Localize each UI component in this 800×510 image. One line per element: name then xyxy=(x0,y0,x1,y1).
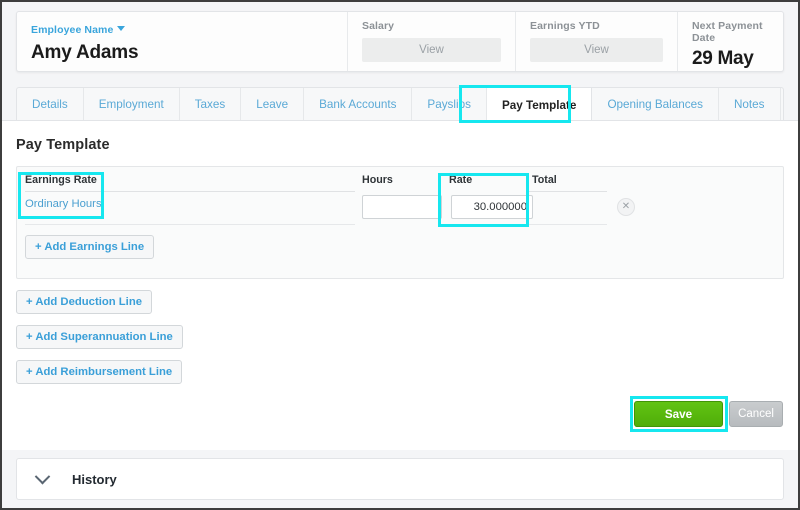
earnings-ytd-label: Earnings YTD xyxy=(530,20,600,32)
column-header-hours: Hours xyxy=(362,174,393,186)
tab-details[interactable]: Details xyxy=(17,88,84,121)
header-divider-left xyxy=(25,191,355,192)
save-button[interactable]: Save xyxy=(634,401,723,427)
add-earnings-line-button[interactable]: + Add Earnings Line xyxy=(25,235,155,259)
earnings-ytd-cell: Earnings YTD View xyxy=(515,12,677,71)
add-reimbursement-line-button[interactable]: + Add Reimbursement Line xyxy=(16,360,183,384)
close-icon[interactable]: ✕ xyxy=(617,198,635,216)
salary-cell: Salary View xyxy=(347,12,515,71)
next-payment-date-value: 29 May xyxy=(692,48,754,69)
tab-bar: Details Employment Taxes Leave Bank Acco… xyxy=(16,87,784,122)
history-label: History xyxy=(72,471,117,487)
earnings-ytd-view-button[interactable]: View xyxy=(530,38,663,62)
tab-notes[interactable]: Notes xyxy=(719,88,781,121)
next-payment-date-cell: Next Payment Date 29 May xyxy=(677,12,782,71)
column-header-rate: Rate xyxy=(449,174,473,186)
tab-bar-filler xyxy=(781,88,799,121)
tab-pay-template[interactable]: Pay Template xyxy=(486,88,593,122)
history-section[interactable]: History xyxy=(16,458,784,500)
tab-employment[interactable]: Employment xyxy=(84,88,180,121)
chevron-down-icon xyxy=(117,26,126,31)
pay-template-panel: Pay Template Earnings Rate Hours Rate To… xyxy=(2,120,798,450)
employee-header-card: Employee Name Amy Adams Salary View Earn… xyxy=(16,11,784,72)
page-title: Pay Template xyxy=(16,137,110,153)
tab-leave[interactable]: Leave xyxy=(241,88,305,121)
earnings-table-header: Earnings Rate Hours Rate Total xyxy=(17,167,783,191)
row-divider-left xyxy=(25,224,355,225)
cancel-button[interactable]: Cancel xyxy=(729,401,783,427)
next-payment-date-label: Next Payment Date xyxy=(692,20,763,44)
column-header-earnings-rate: Earnings Rate xyxy=(25,174,97,186)
rate-input[interactable] xyxy=(451,195,533,219)
chevron-down-icon xyxy=(34,468,51,484)
column-header-total: Total xyxy=(532,174,557,186)
tab-bank-accounts[interactable]: Bank Accounts xyxy=(304,88,413,121)
hours-input[interactable] xyxy=(362,195,442,219)
earnings-table: Earnings Rate Hours Rate Total Ordinary … xyxy=(16,166,784,279)
tab-taxes[interactable]: Taxes xyxy=(180,88,242,121)
add-superannuation-line-button[interactable]: + Add Superannuation Line xyxy=(16,325,183,349)
employee-name-dropdown[interactable]: Employee Name xyxy=(31,20,333,38)
earnings-rate-link[interactable]: Ordinary Hours xyxy=(25,198,102,210)
salary-label: Salary xyxy=(362,20,395,32)
employee-name-cell: Employee Name Amy Adams xyxy=(17,12,347,71)
employee-name-label: Employee Name xyxy=(31,24,114,36)
add-deduction-line-button[interactable]: + Add Deduction Line xyxy=(16,290,153,314)
tab-opening-balances[interactable]: Opening Balances xyxy=(592,88,719,121)
app-page: Employee Name Amy Adams Salary View Earn… xyxy=(2,2,798,508)
row-divider-right xyxy=(527,224,607,225)
salary-view-button[interactable]: View xyxy=(362,38,501,62)
tab-payslips[interactable]: Payslips xyxy=(412,88,487,121)
header-divider-right xyxy=(527,191,607,192)
employee-name-value: Amy Adams xyxy=(31,42,139,63)
